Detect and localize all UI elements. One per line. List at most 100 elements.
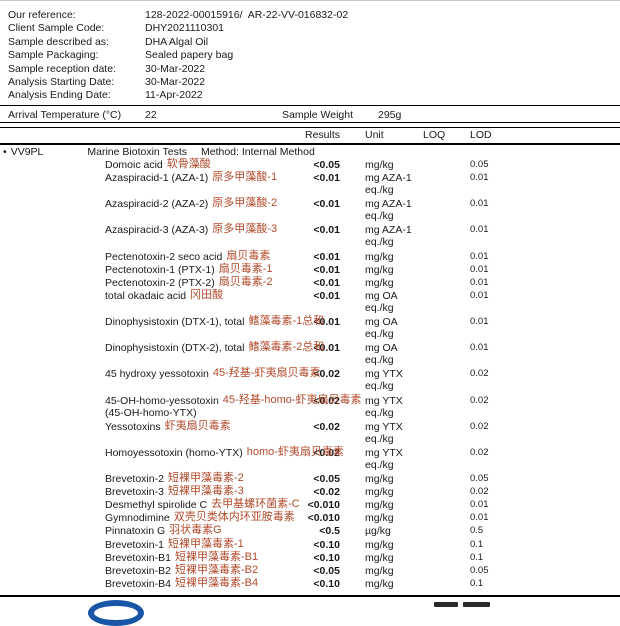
info-value: 30-Mar-2022 xyxy=(145,63,205,76)
unit-value: mg/kg xyxy=(340,512,423,524)
analyte-row: Desmethyl spirolide C去甲基螺环菌素-C <0.010 mg… xyxy=(0,499,620,512)
unit-value: mg/kg xyxy=(340,552,423,564)
info-label: Analysis Starting Date: xyxy=(8,76,145,89)
analyte-name: Brevetoxin-B1短裸甲藻毒素-B1 xyxy=(0,552,280,564)
lod-value: 0.05 xyxy=(470,565,530,577)
column-header-lod: LOD xyxy=(470,129,530,141)
unit-value: mg/kg xyxy=(340,251,423,263)
analyte-cn-annotation: 双壳贝类体内环亚胺毒素 xyxy=(174,511,295,523)
analyte-cn-annotation: 软骨藻酸 xyxy=(167,158,211,170)
loq-value xyxy=(423,224,470,248)
info-row: Client Sample Code: DHY2021110301 xyxy=(8,22,620,35)
analyte-cn-annotation: 短裸甲藻毒素-2 xyxy=(168,472,244,484)
lod-value: 0.05 xyxy=(470,473,530,485)
loq-value xyxy=(423,447,470,471)
arrival-temperature-label: Arrival Temperature (°C) xyxy=(8,109,121,121)
lod-value: 0.01 xyxy=(470,277,530,289)
loq-value xyxy=(423,172,470,196)
info-row: Sample described as: DHA Algal Oil xyxy=(8,36,620,49)
loq-value xyxy=(423,159,470,171)
analyte-name: Brevetoxin-1短裸甲藻毒素-1 xyxy=(0,539,280,551)
unit-value: mg AZA-1 eq./kg xyxy=(340,198,423,222)
result-value: <0.05 xyxy=(280,565,340,577)
analyte-name-text: Azaspiracid-2 (AZA-2) xyxy=(105,198,208,210)
lod-value: 0.02 xyxy=(470,368,530,392)
analyte-name: Azaspiracid-1 (AZA-1)原多甲藻酸-1 xyxy=(0,172,280,196)
unit-value: mg/kg xyxy=(340,264,423,276)
unit-value: mg/kg xyxy=(340,578,423,590)
analyte-cn-annotation: 鳍藻毒素-1总和 xyxy=(248,315,324,327)
analyte-name: Brevetoxin-3短裸甲藻毒素-3 xyxy=(0,486,280,498)
unit-value: µg/kg xyxy=(340,525,423,537)
column-header-loq: LOQ xyxy=(423,129,470,141)
sample-weight-value: 295g xyxy=(378,109,401,121)
analyte-name: Brevetoxin-2短裸甲藻毒素-2 xyxy=(0,473,280,485)
unit-value: mg OA eq./kg xyxy=(340,290,423,314)
lod-value: 0.1 xyxy=(470,539,530,551)
info-label: Our reference: xyxy=(8,9,145,22)
result-value: <0.05 xyxy=(280,473,340,485)
analyte-cn-annotation: 去甲基螺环菌素-C xyxy=(211,498,300,510)
analyte-cn-annotation: 扇贝毒素-2 xyxy=(219,276,273,288)
footer-text-fragment xyxy=(434,602,458,607)
info-value: Sealed papery bag xyxy=(145,49,233,62)
loq-value xyxy=(423,395,470,419)
result-value: <0.02 xyxy=(280,421,340,445)
result-value: <0.10 xyxy=(280,578,340,590)
results-table-header: Results Unit LOQ LOD xyxy=(0,128,620,143)
column-header-results: Results xyxy=(280,129,340,141)
analyte-cn-annotation: 扇贝毒素-1 xyxy=(219,263,273,275)
analyte-row: Azaspiracid-1 (AZA-1)原多甲藻酸-1 <0.01 mg AZ… xyxy=(0,172,620,198)
unit-value: mg AZA-1 eq./kg xyxy=(340,224,423,248)
info-row: Analysis Starting Date: 30-Mar-2022 xyxy=(8,76,620,89)
analyte-cn-annotation: 原多甲藻酸-3 xyxy=(212,223,277,235)
analyte-cn-annotation: 短裸甲藻毒素-B1 xyxy=(175,551,258,563)
info-value: 128-2022-00015916/ AR-22-VV-016832-02 xyxy=(145,9,348,22)
loq-value xyxy=(423,473,470,485)
analyte-row: Pectenotoxin-2 seco acid扇贝毒素 <0.01 mg/kg… xyxy=(0,251,620,264)
lod-value: 0.01 xyxy=(470,251,530,263)
lod-value: 0.05 xyxy=(470,159,530,171)
lod-value: 0.5 xyxy=(470,525,530,537)
footer-logo-icon xyxy=(88,600,144,626)
analyte-name-text: Azaspiracid-3 (AZA-3) xyxy=(105,224,208,236)
analyte-name-text: Azaspiracid-1 (AZA-1) xyxy=(105,172,208,184)
analyte-name-text: Dinophysistoxin (DTX-2), total xyxy=(105,342,244,354)
section-title: Marine Biotoxin Tests xyxy=(87,146,187,158)
lod-value: 0.01 xyxy=(470,224,530,248)
lod-value: 0.02 xyxy=(470,395,530,419)
loq-value xyxy=(423,251,470,263)
analyte-name: Dinophysistoxin (DTX-1), total鳍藻毒素-1总和 xyxy=(0,316,280,340)
loq-value xyxy=(423,198,470,222)
info-label: Sample described as: xyxy=(8,36,145,49)
analyte-row: Domoic acid软骨藻酸 <0.05 mg/kg 0.05 xyxy=(0,159,620,172)
analyte-name: Brevetoxin-B2短裸甲藻毒素-B2 xyxy=(0,565,280,577)
result-value: <0.02 xyxy=(280,486,340,498)
lod-value: 0.1 xyxy=(470,552,530,564)
info-value: DHY2021110301 xyxy=(145,22,224,35)
sample-weight-label: Sample Weight xyxy=(282,109,353,121)
loq-value xyxy=(423,486,470,498)
result-value: <0.01 xyxy=(280,251,340,263)
analyte-cn-annotation: 冈田酸 xyxy=(190,289,223,301)
analyte-name: 45 hydroxy yessotoxin45-羟基-虾夷扇贝毒素 xyxy=(0,368,280,392)
result-value: <0.01 xyxy=(280,277,340,289)
analyte-row: Pectenotoxin-1 (PTX-1)扇贝毒素-1 <0.01 mg/kg… xyxy=(0,264,620,277)
info-row: Sample reception date: 30-Mar-2022 xyxy=(8,63,620,76)
loq-value xyxy=(423,552,470,564)
analyte-name-text: 45 hydroxy yessotoxin xyxy=(105,368,209,380)
unit-value: mg/kg xyxy=(340,159,423,171)
loq-value xyxy=(423,539,470,551)
lod-value: 0.01 xyxy=(470,342,530,366)
result-value: <0.10 xyxy=(280,552,340,564)
analyte-row: Azaspiracid-3 (AZA-3)原多甲藻酸-3 <0.01 mg AZ… xyxy=(0,224,620,250)
analyte-name-text: Brevetoxin-B2 xyxy=(105,565,171,577)
analyte-row: Brevetoxin-B4短裸甲藻毒素-B4 <0.10 mg/kg 0.1 xyxy=(0,578,620,591)
analyte-name: Brevetoxin-B4短裸甲藻毒素-B4 xyxy=(0,578,280,590)
analyte-name-text: Brevetoxin-B4 xyxy=(105,578,171,590)
loq-value xyxy=(423,368,470,392)
analyte-row: Brevetoxin-3短裸甲藻毒素-3 <0.02 mg/kg 0.02 xyxy=(0,486,620,499)
unit-value: mg/kg xyxy=(340,539,423,551)
analyte-cn-annotation: 鳍藻毒素-2总和 xyxy=(248,341,324,353)
lod-value: 0.1 xyxy=(470,578,530,590)
